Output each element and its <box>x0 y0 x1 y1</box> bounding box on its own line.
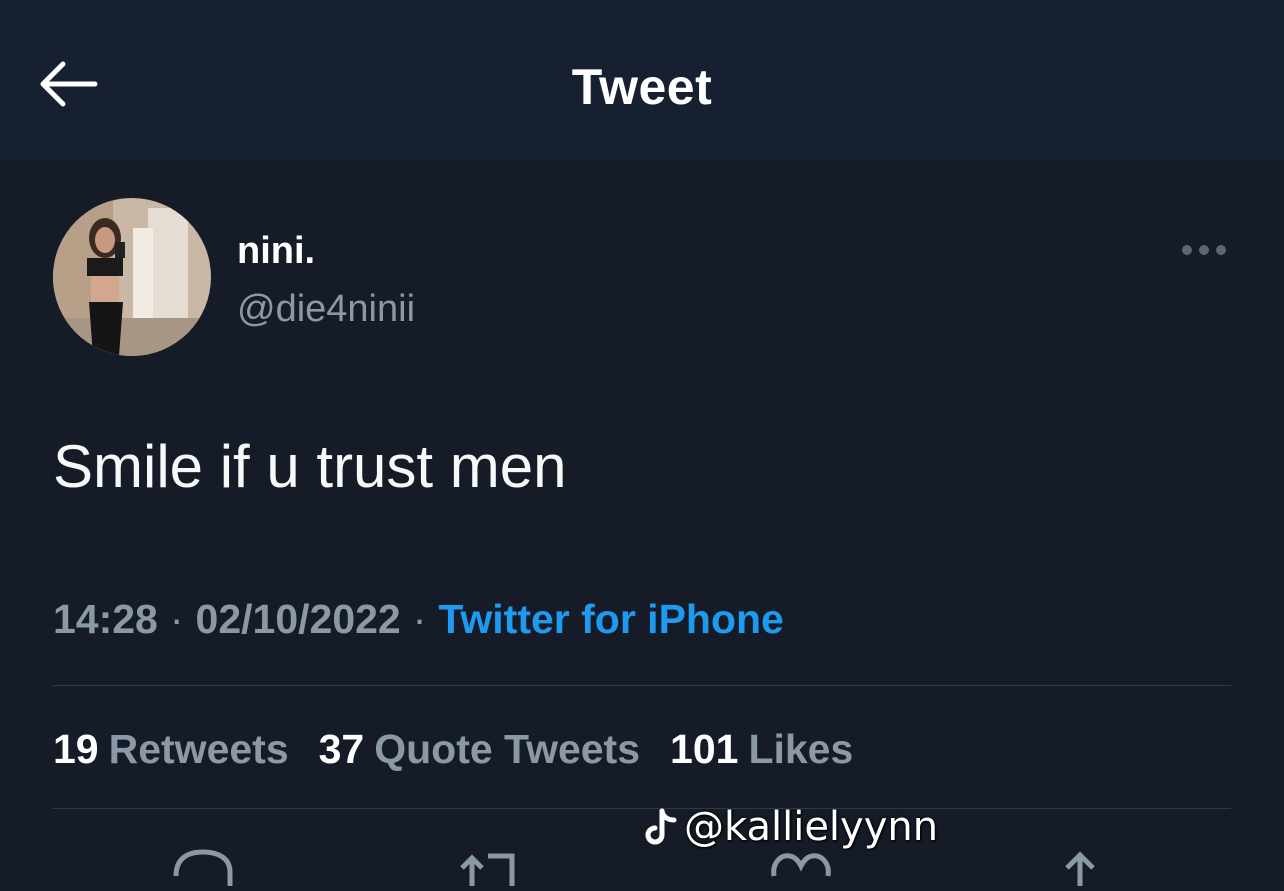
meta-separator: · <box>169 596 184 642</box>
divider <box>53 808 1231 809</box>
tweet-stats: 19 Retweets 37 Quote Tweets 101 Likes <box>53 726 853 773</box>
avatar[interactable] <box>53 198 211 356</box>
tweet-text: Smile if u trust men <box>53 433 567 500</box>
reply-button[interactable] <box>168 846 238 886</box>
watermark-username: @kallielyynn <box>684 804 939 850</box>
divider <box>53 685 1231 686</box>
page-title: Tweet <box>571 59 713 115</box>
retweet-button[interactable] <box>454 846 524 886</box>
tweet-date: 02/10/2022 <box>195 596 401 642</box>
tweet-meta: 14:28 · 02/10/2022 · Twitter for iPhone <box>53 596 784 643</box>
more-options-button[interactable] <box>1172 236 1236 264</box>
author-display-name[interactable]: nini. <box>237 230 315 273</box>
meta-separator: · <box>412 596 427 642</box>
quote-tweets-stat[interactable]: 37 Quote Tweets <box>319 726 640 773</box>
retweets-count: 19 <box>53 726 99 772</box>
tiktok-icon <box>645 808 677 845</box>
share-button[interactable] <box>1045 846 1115 886</box>
reply-icon <box>173 849 233 886</box>
tiktok-watermark: @kallielyynn <box>644 804 938 850</box>
more-horizontal-icon <box>1182 245 1226 255</box>
quote-tweets-count: 37 <box>318 726 365 772</box>
likes-count: 101 <box>670 726 739 772</box>
tweet-source-link[interactable]: Twitter for iPhone <box>438 596 783 642</box>
likes-stat[interactable]: 101 Likes <box>670 726 853 773</box>
author-handle[interactable]: @die4ninii <box>237 288 415 331</box>
like-icon <box>771 853 831 877</box>
retweets-stat[interactable]: 19 Retweets <box>53 726 289 773</box>
quote-tweets-label: Quote Tweets <box>374 726 641 772</box>
retweet-icon <box>460 853 515 886</box>
tweet-detail: nini. @die4ninii Smile if u trust men 14… <box>0 160 1284 886</box>
share-icon <box>1065 851 1095 886</box>
like-button[interactable] <box>766 846 836 886</box>
top-bar: Tweet <box>0 0 1284 160</box>
likes-label: Likes <box>748 726 854 772</box>
tweet-time: 14:28 <box>53 596 158 642</box>
retweets-label: Retweets <box>108 726 289 772</box>
